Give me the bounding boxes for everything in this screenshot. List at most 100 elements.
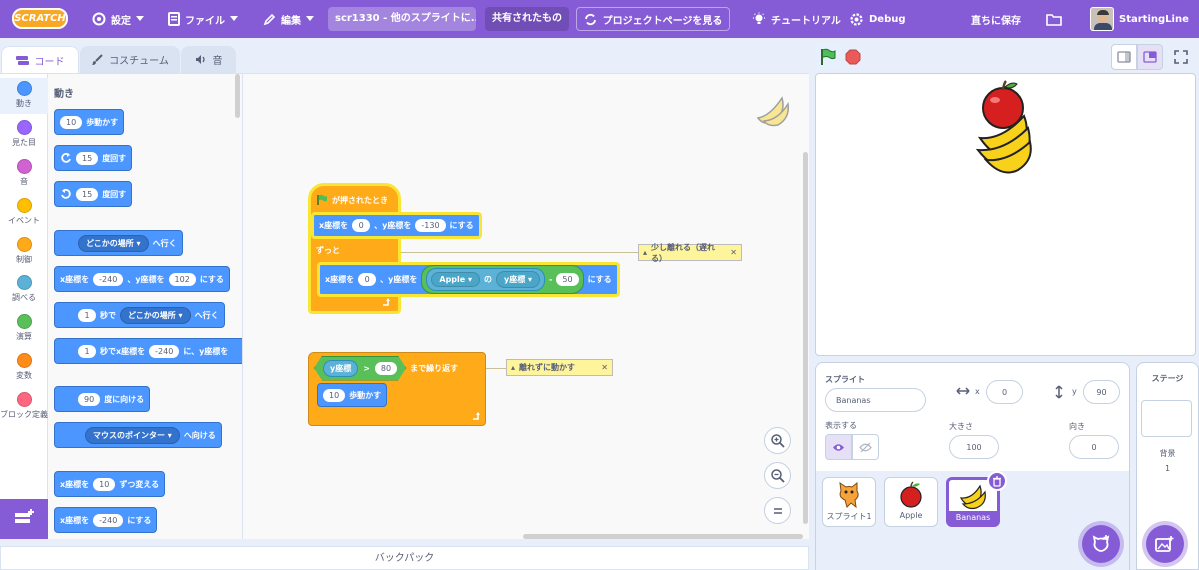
add-extension-button[interactable]: [0, 499, 48, 539]
steps-input[interactable]: 10: [323, 388, 346, 402]
move-steps-inner-block[interactable]: 10 歩動かす: [317, 383, 388, 407]
subtract-value-input[interactable]: 50: [556, 273, 579, 286]
goto-block[interactable]: どこかの場所 ▾ へ行く: [54, 230, 183, 256]
hide-sprite-button[interactable]: [852, 434, 879, 460]
category-my-blocks[interactable]: ブロック定義: [0, 389, 48, 433]
edit-menu[interactable]: 編集: [263, 0, 314, 38]
close-icon[interactable]: ✕: [601, 363, 608, 372]
green-flag-button[interactable]: [815, 44, 841, 70]
fullscreen-button[interactable]: [1168, 44, 1194, 70]
tab-costume[interactable]: コスチューム: [80, 46, 180, 73]
close-icon[interactable]: ✕: [730, 248, 737, 257]
attribute-dropdown[interactable]: y座標 ▾: [496, 271, 541, 288]
category-sound[interactable]: 音: [0, 156, 48, 192]
set-xy-block[interactable]: x座標を 0 、y座標を -130 にする: [311, 212, 482, 239]
x-input[interactable]: -240: [149, 344, 180, 358]
palette-scrollbar[interactable]: [235, 74, 240, 118]
stage-canvas[interactable]: [815, 73, 1196, 356]
seconds-input[interactable]: 1: [78, 308, 96, 322]
collapse-triangle-icon[interactable]: ▴: [511, 363, 515, 372]
greater-than-block[interactable]: y座標 > 80: [314, 356, 406, 381]
category-looks[interactable]: 見た目: [0, 117, 48, 153]
comment-note[interactable]: ▴ 少し離れる（遅れる） ✕: [638, 243, 742, 263]
size-input[interactable]: 100: [949, 435, 999, 459]
tutorials-button[interactable]: チュートリアル: [752, 0, 841, 38]
repeat-until-block[interactable]: y座標 > 80 まで繰り返す: [309, 355, 463, 381]
forever-block[interactable]: ずっと: [311, 242, 345, 258]
glide-xy-block[interactable]: 1 秒でx座標を -240 に、y座標を: [54, 338, 242, 364]
y-position-reporter[interactable]: y座標: [323, 360, 358, 377]
x-input[interactable]: -240: [93, 272, 124, 286]
degrees-input[interactable]: 15: [76, 151, 99, 165]
set-x-input[interactable]: 0: [352, 219, 371, 232]
sprite-name-input[interactable]: Bananas: [825, 388, 926, 412]
glide-target-dropdown[interactable]: どこかの場所 ▾: [120, 306, 191, 324]
goto-xy-block[interactable]: x座標を -240 、y座標を 102 にする: [54, 266, 230, 292]
horizontal-scrollbar[interactable]: [523, 534, 803, 539]
y-input[interactable]: 102: [168, 272, 196, 286]
debug-button[interactable]: Debug: [849, 0, 906, 38]
tab-code[interactable]: コード: [1, 46, 79, 74]
when-flag-clicked-block[interactable]: が押されたとき: [311, 192, 393, 208]
subtract-operator-block[interactable]: Apple ▾ の y座標 ▾ - 50: [421, 265, 584, 294]
x-input[interactable]: 0: [986, 380, 1023, 404]
change-x-block[interactable]: x座標を 10 ずつ変える: [54, 471, 166, 497]
turn-left-block[interactable]: 15 度回す: [54, 181, 133, 207]
glide-block[interactable]: 1 秒で どこかの場所 ▾ へ行く: [54, 302, 225, 328]
backpack[interactable]: バックパック: [0, 546, 809, 570]
save-now-button[interactable]: 直ちに保存: [971, 0, 1021, 38]
scratch-logo[interactable]: SCRATCH: [12, 8, 68, 29]
category-motion[interactable]: 動き: [0, 78, 48, 114]
category-operators[interactable]: 演算: [0, 311, 48, 347]
set-y-input[interactable]: -130: [415, 219, 446, 232]
sprite-attribute-block[interactable]: Apple ▾ の y座標 ▾: [426, 268, 546, 291]
change-x-input[interactable]: 10: [93, 477, 116, 491]
point-target-dropdown[interactable]: マウスのポインター ▾: [85, 426, 180, 444]
choose-sprite-button[interactable]: [1082, 525, 1120, 563]
project-title-input[interactable]: scr1330 - 他のスプライトに...: [328, 7, 476, 31]
set-x-block[interactable]: x座標を -240 にする: [54, 507, 158, 533]
sprite-thumbnail-sprite1[interactable]: スプライト1: [822, 477, 876, 527]
delete-sprite-button[interactable]: [987, 471, 1007, 491]
compare-value-input[interactable]: 80: [375, 362, 397, 375]
show-sprite-button[interactable]: [825, 434, 852, 460]
direction-input[interactable]: 0: [1069, 435, 1119, 459]
category-control[interactable]: 制御: [0, 234, 48, 270]
comment-note[interactable]: ▴ 離れずに動かす ✕: [506, 359, 613, 376]
turn-right-block[interactable]: 15 度回す: [54, 145, 133, 171]
sprite-dropdown[interactable]: Apple ▾: [431, 272, 481, 287]
point-towards-block[interactable]: マウスのポインター ▾ へ向ける: [54, 422, 222, 448]
y-input[interactable]: 90: [1083, 380, 1120, 404]
set-x-input[interactable]: -240: [93, 513, 124, 527]
zoom-out-button[interactable]: [764, 462, 791, 489]
account-menu[interactable]: StartingLine: [1090, 0, 1189, 38]
zoom-in-button[interactable]: [764, 427, 791, 454]
category-variables[interactable]: 変数: [0, 350, 48, 386]
set-xy-inner-block[interactable]: x座標を 0 、y座標を Apple ▾ の y座標 ▾ - 50 にする: [317, 262, 620, 297]
inner-x-input[interactable]: 0: [358, 273, 377, 286]
normal-stage-button[interactable]: [1137, 44, 1163, 70]
tab-sound[interactable]: 音: [181, 46, 236, 73]
direction-input[interactable]: 90: [78, 392, 101, 406]
collapse-triangle-icon[interactable]: ▴: [643, 248, 647, 257]
zoom-reset-button[interactable]: [764, 497, 791, 524]
vertical-scrollbar[interactable]: [803, 152, 808, 524]
goto-target-dropdown[interactable]: どこかの場所 ▾: [78, 234, 149, 252]
my-stuff-button[interactable]: [1046, 0, 1062, 38]
stop-button[interactable]: [840, 44, 866, 70]
share-button[interactable]: 共有されたもの: [485, 7, 569, 31]
steps-input[interactable]: 10: [60, 115, 83, 129]
choose-backdrop-button[interactable]: [1146, 525, 1184, 563]
file-menu[interactable]: ファイル: [168, 0, 238, 38]
see-project-page-button[interactable]: プロジェクトページを見る: [576, 7, 730, 31]
move-steps-block[interactable]: 10 歩動かす: [54, 109, 125, 135]
stage-thumbnail[interactable]: [1141, 400, 1192, 437]
degrees-input[interactable]: 15: [76, 187, 99, 201]
small-stage-button[interactable]: [1111, 44, 1137, 70]
category-sensing[interactable]: 調べる: [0, 272, 48, 308]
category-events[interactable]: イベント: [0, 195, 48, 231]
point-direction-block[interactable]: 90 度に向ける: [54, 386, 151, 412]
sprite-thumbnail-apple[interactable]: Apple: [884, 477, 938, 527]
settings-menu[interactable]: 設定: [92, 0, 144, 38]
seconds-input[interactable]: 1: [78, 344, 96, 358]
